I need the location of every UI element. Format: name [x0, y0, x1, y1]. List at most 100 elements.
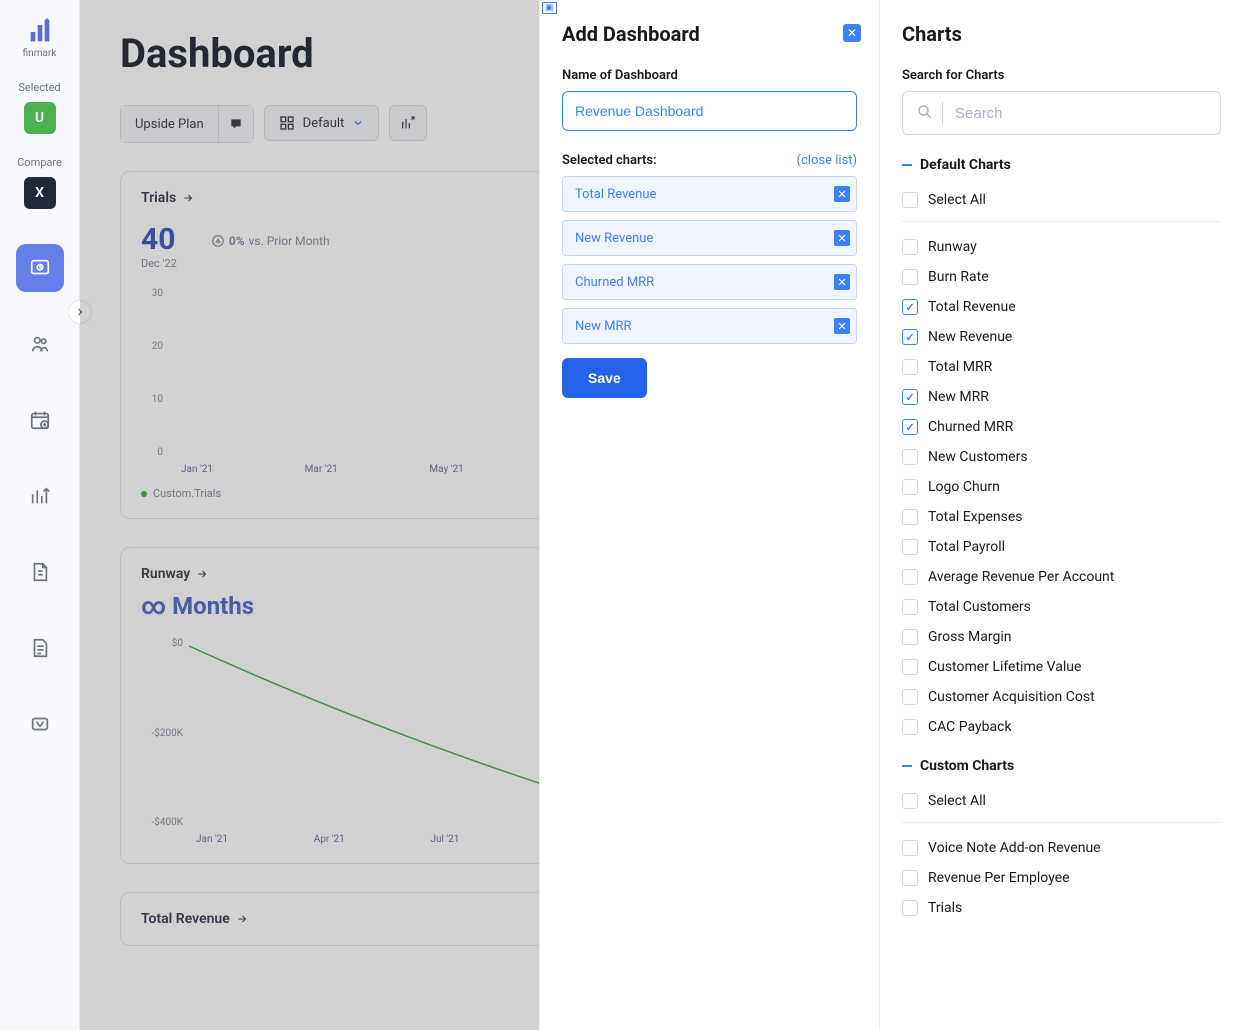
checkbox[interactable] — [902, 389, 918, 405]
close-modal-button[interactable]: ✕ — [843, 24, 861, 42]
remove-chart-button[interactable]: ✕ — [834, 318, 850, 334]
chart-search-input[interactable] — [902, 91, 1221, 135]
chart-option-label: CAC Payback — [928, 719, 1012, 735]
checkbox[interactable] — [902, 629, 918, 645]
dashboard-name-input[interactable] — [562, 91, 857, 131]
chevron-down-icon — [352, 117, 364, 129]
checkbox[interactable] — [902, 329, 918, 345]
chart-option[interactable]: Total Customers — [902, 592, 1221, 622]
chart-option[interactable]: CAC Payback — [902, 712, 1221, 742]
compare-plan-chip[interactable]: X — [24, 177, 56, 209]
remove-chart-button[interactable]: ✕ — [834, 274, 850, 290]
chart-option[interactable]: New MRR — [902, 382, 1221, 412]
chart-option[interactable]: Revenue Per Employee — [902, 863, 1221, 893]
chart-option[interactable]: Customer Acquisition Cost — [902, 682, 1221, 712]
chart-option[interactable]: Voice Note Add-on Revenue — [902, 833, 1221, 863]
pill-label: New Revenue — [575, 231, 653, 246]
selected-charts-label: Selected charts: — [562, 153, 657, 168]
grid-icon — [279, 115, 295, 131]
checkbox[interactable] — [902, 539, 918, 555]
remove-chart-button[interactable]: ✕ — [834, 186, 850, 202]
checkbox[interactable] — [902, 239, 918, 255]
selected-chart-pill[interactable]: Churned MRR ✕ — [562, 264, 857, 300]
plan-comment-button[interactable] — [219, 106, 253, 142]
rail-compare-label: Compare — [17, 156, 62, 169]
chart-option-label: Customer Acquisition Cost — [928, 689, 1095, 705]
chart-option-label: Total Payroll — [928, 539, 1005, 555]
chart-option-label: New MRR — [928, 389, 989, 405]
nav-function-icon[interactable] — [16, 700, 64, 748]
chart-option[interactable]: Trials — [902, 893, 1221, 923]
checkbox[interactable] — [902, 359, 918, 375]
chart-option[interactable]: Gross Margin — [902, 622, 1221, 652]
plan-selector[interactable]: Upside Plan — [121, 106, 219, 142]
checkbox[interactable] — [902, 569, 918, 585]
chart-option[interactable]: Total Payroll — [902, 532, 1221, 562]
chart-option[interactable]: Burn Rate — [902, 262, 1221, 292]
edit-icon — [400, 115, 416, 131]
edit-dashboard-button[interactable] — [389, 105, 427, 141]
nav-people-icon[interactable] — [16, 320, 64, 368]
chart-option-label: New Revenue — [928, 329, 1012, 345]
logo-icon — [26, 18, 54, 46]
custom-charts-header[interactable]: Custom Charts — [902, 758, 1221, 774]
chart-option[interactable]: Runway — [902, 232, 1221, 262]
selected-chart-pill[interactable]: New Revenue ✕ — [562, 220, 857, 256]
checkbox[interactable] — [902, 870, 918, 886]
selected-plan-chip[interactable]: U — [24, 102, 56, 134]
modal-title: Add Dashboard — [562, 22, 857, 46]
nav-report-icon[interactable] — [16, 624, 64, 672]
trials-date: Dec '22 — [141, 257, 177, 270]
nav-invoice-icon[interactable] — [16, 548, 64, 596]
checkbox[interactable] — [902, 719, 918, 735]
checkbox[interactable] — [902, 599, 918, 615]
chart-option-label: Revenue Per Employee — [928, 870, 1070, 886]
arrow-right-icon — [236, 913, 248, 925]
chart-option-label: Customer Lifetime Value — [928, 659, 1081, 675]
chart-option[interactable]: Total MRR — [902, 352, 1221, 382]
checkbox[interactable] — [902, 479, 918, 495]
save-button[interactable]: Save — [562, 358, 647, 398]
nav-rail: finmark Selected U Compare X — [0, 0, 80, 1030]
chart-option[interactable]: Customer Lifetime Value — [902, 652, 1221, 682]
checkbox[interactable] — [902, 299, 918, 315]
remove-chart-button[interactable]: ✕ — [834, 230, 850, 246]
nav-dashboard-icon[interactable] — [16, 244, 64, 292]
close-list-link[interactable]: (close list) — [797, 153, 857, 168]
select-all-custom[interactable]: Select All — [902, 786, 1221, 816]
checkbox[interactable] — [902, 840, 918, 856]
checkbox[interactable] — [902, 269, 918, 285]
chart-option[interactable]: Churned MRR — [902, 412, 1221, 442]
select-all-default[interactable]: Select All — [902, 185, 1221, 215]
chart-option-label: Total Expenses — [928, 509, 1023, 525]
chart-option[interactable]: New Revenue — [902, 322, 1221, 352]
view-selector[interactable]: Default — [264, 105, 380, 141]
panel-tab-indicator: ▣ — [542, 2, 557, 14]
comment-icon — [229, 117, 243, 131]
checkbox[interactable] — [902, 509, 918, 525]
checkbox[interactable] — [902, 900, 918, 916]
chart-option[interactable]: Logo Churn — [902, 472, 1221, 502]
selected-chart-pill[interactable]: New MRR✕ — [562, 308, 857, 344]
add-dashboard-panel: ▣ Add Dashboard ✕ Name of Dashboard Sele… — [539, 0, 1239, 1030]
pill-label: Churned MRR — [575, 275, 654, 290]
nav-calendar-money-icon[interactable] — [16, 396, 64, 444]
checkbox[interactable] — [902, 689, 918, 705]
checkbox[interactable] — [902, 419, 918, 435]
selected-chart-pill[interactable]: Total Revenue✕ — [562, 176, 857, 212]
chart-option[interactable]: Total Revenue — [902, 292, 1221, 322]
chart-option-label: Runway — [928, 239, 977, 255]
checkbox[interactable] — [902, 449, 918, 465]
chart-option[interactable]: New Customers — [902, 442, 1221, 472]
chart-option-label: Logo Churn — [928, 479, 1000, 495]
arrow-right-icon — [182, 192, 194, 204]
search-label: Search for Charts — [902, 68, 1221, 83]
chart-option[interactable]: Average Revenue Per Account — [902, 562, 1221, 592]
chart-option[interactable]: Total Expenses — [902, 502, 1221, 532]
checkbox[interactable] — [902, 659, 918, 675]
nav-growth-icon[interactable] — [16, 472, 64, 520]
collapse-icon — [902, 765, 912, 768]
charts-title: Charts — [902, 22, 1221, 46]
default-charts-header[interactable]: Default Charts — [902, 157, 1221, 173]
runway-line — [169, 638, 589, 828]
